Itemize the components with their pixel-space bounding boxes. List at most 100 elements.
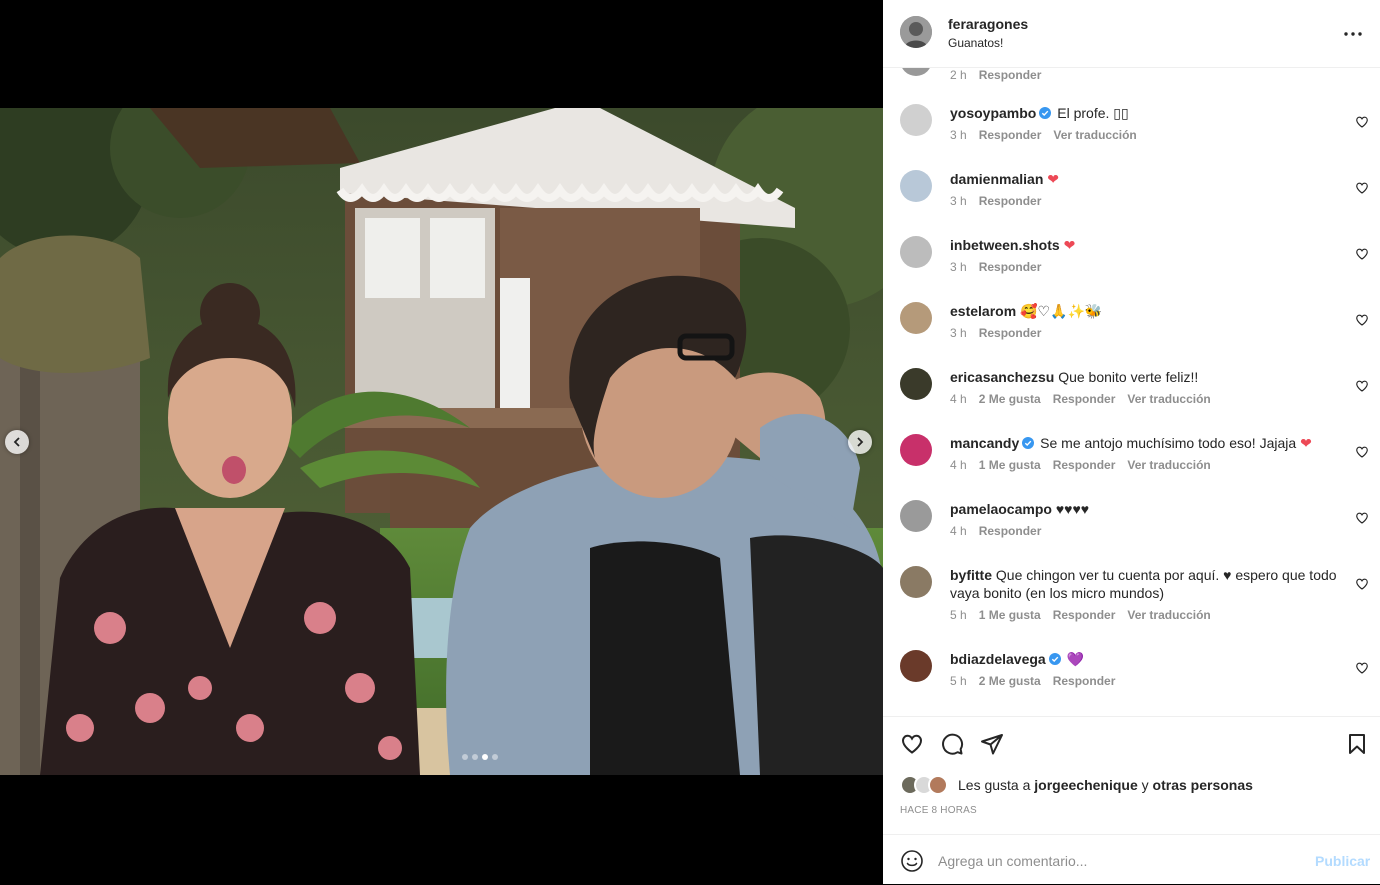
avatar[interactable] <box>900 104 932 136</box>
comment-like-heart-icon[interactable] <box>1355 313 1369 327</box>
see-translation-button[interactable]: Ver traducción <box>1127 608 1210 622</box>
comment-like-heart-icon[interactable] <box>1355 379 1369 393</box>
smile-icon[interactable] <box>900 849 924 873</box>
reply-button[interactable]: Responder <box>1053 674 1116 688</box>
comment-like-heart-icon[interactable] <box>1355 577 1369 591</box>
comment-like-count[interactable]: 1 Me gusta <box>979 608 1041 622</box>
avatar[interactable] <box>900 500 932 532</box>
comment-body: ❤ <box>1063 237 1076 253</box>
previous-slide-button[interactable] <box>5 430 29 454</box>
comment-icon[interactable] <box>940 732 964 756</box>
see-translation-button[interactable]: Ver traducción <box>1053 128 1136 142</box>
see-translation-button[interactable]: Ver traducción <box>1127 458 1210 472</box>
heart-icon[interactable] <box>900 732 924 756</box>
avatar[interactable] <box>900 236 932 268</box>
avatar[interactable] <box>900 650 932 682</box>
owner-username[interactable]: feraragones <box>948 16 1028 32</box>
publish-button[interactable]: Publicar <box>1315 853 1370 869</box>
comment-like-heart-icon[interactable] <box>1355 511 1369 525</box>
avatar[interactable] <box>900 368 932 400</box>
instagram-post-modal: feraragones Guanatos! 2 h Responder yoso… <box>0 0 1380 884</box>
post-timestamp[interactable]: HACE 8 HORAS <box>900 805 977 816</box>
comment-like-count[interactable]: 2 Me gusta <box>979 674 1041 688</box>
comment-username[interactable]: byfitte <box>950 567 992 583</box>
avatar[interactable] <box>900 434 932 466</box>
comment-username[interactable]: pamelaocampo <box>950 501 1052 517</box>
comment-meta: 2 h Responder <box>950 68 1041 82</box>
comment-like-count[interactable]: 2 Me gusta <box>979 392 1041 406</box>
reply-button[interactable]: Responder <box>1053 392 1116 406</box>
comment-body: Se me antojo muchísimo todo eso! Jajaja … <box>1040 435 1312 451</box>
comment-username[interactable]: inbetween.shots <box>950 237 1060 253</box>
comment-meta: 5 h 2 Me gusta Responder <box>950 674 1115 688</box>
more-options-button[interactable] <box>1341 22 1365 46</box>
comment-text: bdiazdelavega 💜 <box>950 650 1345 668</box>
post-photo[interactable] <box>0 108 883 775</box>
verified-icon <box>1048 653 1061 665</box>
comment-time: 5 h <box>950 674 967 688</box>
reply-button[interactable]: Responder <box>979 326 1042 340</box>
photo-illustration <box>0 108 883 775</box>
verified-icon <box>1039 107 1052 119</box>
comment-time: 2 h <box>950 68 967 82</box>
chevron-right-icon <box>857 437 864 447</box>
post-header: feraragones Guanatos! <box>883 0 1380 68</box>
comment-time: 5 h <box>950 608 967 622</box>
comment-like-heart-icon[interactable] <box>1355 661 1369 675</box>
comment-username[interactable]: yosoypambo <box>950 105 1036 121</box>
comment-time: 3 h <box>950 260 967 274</box>
comment-time: 3 h <box>950 194 967 208</box>
comment-like-heart-icon[interactable] <box>1355 181 1369 195</box>
post-side-panel: feraragones Guanatos! 2 h Responder yoso… <box>883 0 1380 884</box>
avatar[interactable] <box>900 566 932 598</box>
post-actions: Les gusta a jorgeechenique y otras perso… <box>883 716 1380 884</box>
comment-text: yosoypambo El profe. ▯▯ <box>950 104 1345 122</box>
next-slide-button[interactable] <box>848 430 872 454</box>
carousel-indicator <box>462 754 498 760</box>
comment-username[interactable]: ericasanchezsu <box>950 369 1054 385</box>
reply-button[interactable]: Responder <box>979 194 1042 208</box>
comment-time: 3 h <box>950 326 967 340</box>
comment-username[interactable]: mancandy <box>950 435 1019 451</box>
avatar[interactable] <box>900 170 932 202</box>
comment-like-heart-icon[interactable] <box>1355 445 1369 459</box>
reply-button[interactable]: Responder <box>979 524 1042 538</box>
comment-like-count[interactable]: 1 Me gusta <box>979 458 1041 472</box>
comment-time: 4 h <box>950 458 967 472</box>
comment-time: 3 h <box>950 128 967 142</box>
comment-meta: 3 h Responder <box>950 260 1041 274</box>
comment-time: 4 h <box>950 524 967 538</box>
comment-body: Que bonito verte feliz!! <box>1058 369 1199 385</box>
avatar[interactable] <box>900 302 932 334</box>
other-likers-link[interactable]: otras personas <box>1153 777 1253 793</box>
comment-body: El profe. ▯▯ <box>1057 105 1129 121</box>
comment-input[interactable] <box>938 847 1298 875</box>
likes-summary[interactable]: Les gusta a jorgeechenique y otras perso… <box>900 774 1253 796</box>
comment-text: inbetween.shots ❤ <box>950 236 1345 254</box>
see-translation-button[interactable]: Ver traducción <box>1127 392 1210 406</box>
add-comment-bar: Publicar <box>883 834 1380 885</box>
share-icon[interactable] <box>980 732 1004 756</box>
comment-body: ❤ <box>1047 171 1059 187</box>
avatar[interactable] <box>900 68 932 76</box>
comment-meta: 4 h 1 Me gusta Responder Ver traducción <box>950 458 1211 472</box>
comment-username[interactable]: estelarom <box>950 303 1016 319</box>
reply-button[interactable]: Responder <box>1053 458 1116 472</box>
comment-username[interactable]: bdiazdelavega <box>950 651 1046 667</box>
reply-button[interactable]: Responder <box>979 68 1042 82</box>
reply-button[interactable]: Responder <box>1053 608 1116 622</box>
comment-meta: 3 h Responder <box>950 194 1041 208</box>
comment-meta: 3 h Responder Ver traducción <box>950 128 1137 142</box>
comment-text: estelarom 🥰♡🙏✨🐝 <box>950 302 1345 320</box>
comment-like-heart-icon[interactable] <box>1355 115 1369 129</box>
comment-like-heart-icon[interactable] <box>1355 247 1369 261</box>
comment-time: 4 h <box>950 392 967 406</box>
comment-username[interactable]: damienmalian <box>950 171 1043 187</box>
reply-button[interactable]: Responder <box>979 260 1042 274</box>
owner-avatar[interactable] <box>900 16 932 48</box>
liker-username[interactable]: jorgeechenique <box>1034 777 1137 793</box>
bookmark-icon[interactable] <box>1345 732 1369 756</box>
comment-meta: 4 h 2 Me gusta Responder Ver traducción <box>950 392 1211 406</box>
comment-text: ericasanchezsu Que bonito verte feliz!! <box>950 368 1345 386</box>
reply-button[interactable]: Responder <box>979 128 1042 142</box>
